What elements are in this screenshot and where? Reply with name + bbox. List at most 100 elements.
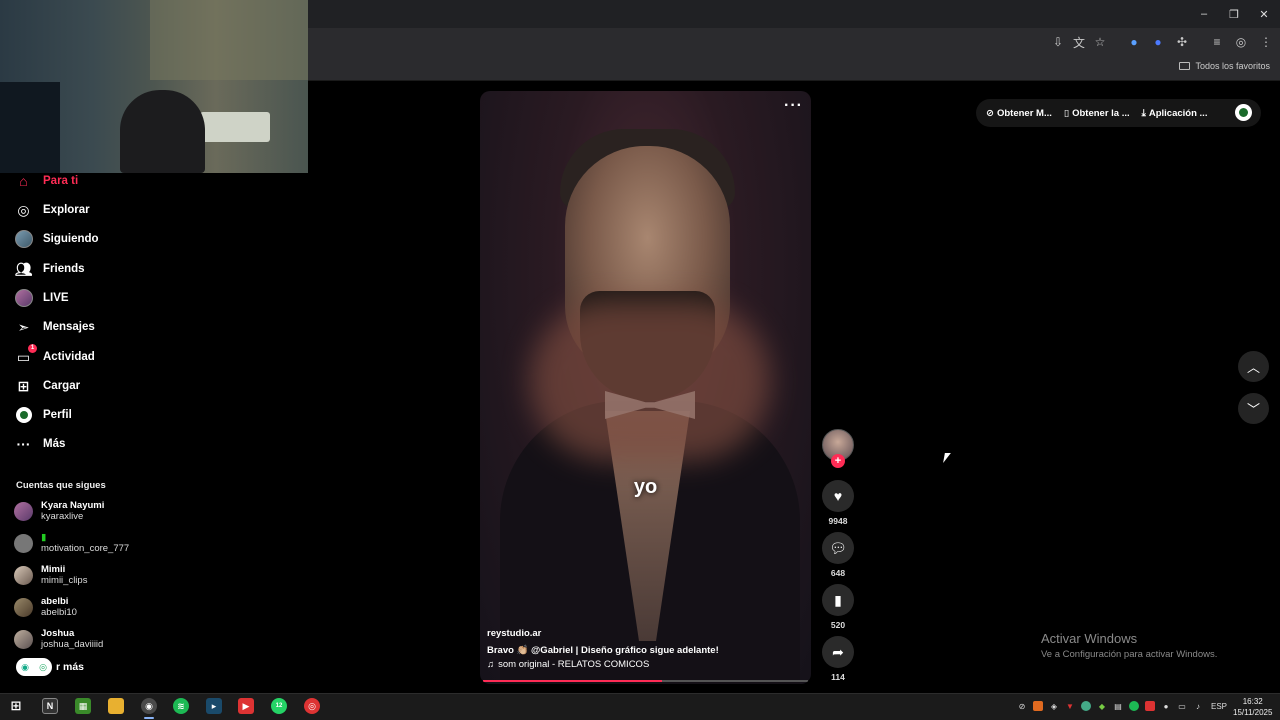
media-control-icon[interactable]: ≡ <box>1209 34 1225 50</box>
video-sound-label: som original - RELATOS COMICOS <box>498 659 650 670</box>
avatar <box>14 597 33 617</box>
get-coins-label: Obtener M... <box>996 107 1052 119</box>
video-caption-overlay: yo <box>633 476 658 498</box>
webcam-person <box>120 90 205 173</box>
nvidia-icon[interactable]: ◆ <box>1097 701 1107 711</box>
get-app-button[interactable]: ▯ Obtener la ... <box>1064 108 1130 119</box>
account-icon[interactable]: ◎ <box>1233 34 1249 50</box>
following-account[interactable]: abelbi abelbi10 <box>14 596 77 618</box>
windows-start-icon[interactable]: ⊞ <box>8 698 24 714</box>
account-username: motivation_core_777 <box>41 543 130 554</box>
account-username: kyaraxlive <box>41 511 84 522</box>
browser-menu-icon[interactable]: ⋮ <box>1258 34 1274 50</box>
video-sound[interactable]: ♫ som original - RELATOS COMICOS <box>487 659 649 670</box>
like-count: 9948 <box>828 516 848 526</box>
friends-icon: 👥︎ <box>14 260 33 277</box>
file-explorer-icon[interactable] <box>108 698 124 714</box>
tray-app-icon[interactable]: ▼ <box>1065 701 1075 711</box>
sidebar-item-label: Para ti <box>43 175 79 187</box>
minimize-button[interactable]: – <box>1188 0 1220 28</box>
spotify-tray-icon[interactable] <box>1129 701 1139 711</box>
all-bookmarks-button[interactable]: Todos los favoritos <box>1179 61 1270 71</box>
phone-icon: ▯ <box>1063 107 1070 119</box>
webcam-overlay <box>0 0 308 173</box>
sidebar-item-live[interactable]: LIVE <box>14 287 69 309</box>
microphone-icon[interactable]: ● <box>1161 701 1171 711</box>
extension-a-icon[interactable]: ● <box>1126 34 1142 50</box>
recorder-icon[interactable]: ▶ <box>238 698 254 714</box>
restore-button[interactable]: ❐ <box>1218 0 1250 28</box>
sidebar-item-mensajes[interactable]: ➣ Mensajes <box>14 316 95 338</box>
whatsapp-badge: 12 <box>275 703 283 709</box>
sidebar-item-label: LIVE <box>43 292 69 304</box>
video-author[interactable]: reystudio.ar <box>487 628 541 639</box>
sidebar-item-para-ti[interactable]: ⌂ Para ti <box>14 170 78 192</box>
minecraft-icon[interactable]: ▦ <box>75 698 91 714</box>
next-video-button[interactable]: ﹀ <box>1238 393 1269 424</box>
obs-icon[interactable]: ◎ <box>304 698 320 714</box>
install-app-icon[interactable]: ⇩ <box>1050 34 1066 50</box>
clock-time: 16:32 <box>1242 697 1263 706</box>
desktop-app-button[interactable]: ⤓ Aplicación ... <box>1142 108 1208 119</box>
app-icon[interactable]: ▸ <box>206 698 222 714</box>
profile-avatar[interactable] <box>1235 104 1252 121</box>
avatar <box>14 629 33 649</box>
save-button[interactable]: ▮ <box>822 584 854 616</box>
close-window-button[interactable]: ✕ <box>1248 0 1280 28</box>
video-player[interactable]: ··· yo reystudio.ar Bravo 👏🏼 @Gabriel | … <box>480 91 811 684</box>
webcam-background-dark <box>0 82 60 173</box>
chrome-tray-icon[interactable] <box>1081 701 1091 711</box>
avatar <box>14 565 33 585</box>
sidebar-item-actividad[interactable]: ▭ 1 Actividad <box>14 343 95 368</box>
sidebar-item-mas[interactable]: ··· Más <box>14 433 66 455</box>
watermark-title: Activar Windows <box>1041 631 1138 646</box>
following-account[interactable]: Joshua joshua_daviiiid <box>14 628 103 650</box>
volume-icon[interactable]: ♪ <box>1193 701 1203 711</box>
sidebar-item-perfil[interactable]: Perfil <box>14 404 72 426</box>
tray-app-icon[interactable]: ⊘ <box>1017 701 1027 711</box>
webcam-background-light <box>150 0 308 80</box>
tray-app-icon[interactable] <box>1145 701 1155 711</box>
active-app-indicator <box>144 717 154 719</box>
compass-icon: ◎ <box>17 201 30 218</box>
all-bookmarks-label: Todos los favoritos <box>1195 61 1270 71</box>
sidebar-item-label: Más <box>43 438 66 450</box>
sidebar-item-friends[interactable]: 👥︎ Friends <box>14 258 85 280</box>
like-button[interactable]: ♥ <box>822 480 854 512</box>
tray-app-icon[interactable]: ▤ <box>1113 701 1123 711</box>
tray-app-icon[interactable] <box>1033 701 1043 711</box>
address-bar[interactable] <box>308 30 1108 54</box>
translate-icon[interactable]: 文 <box>1071 34 1087 50</box>
see-more-button[interactable]: ◉ ◎ r más <box>16 658 84 676</box>
follow-plus-button[interactable]: + <box>831 454 845 468</box>
comment-button[interactable]: 💬︎ <box>822 532 854 564</box>
share-icon: ➦ <box>832 643 844 660</box>
whatsapp-icon[interactable]: 12 <box>271 698 287 714</box>
following-account[interactable]: Kyara Nayumi kyaraxlive <box>14 500 104 522</box>
sidebar-item-siguiendo[interactable]: Siguiendo <box>14 228 99 250</box>
bookmark-star-icon[interactable]: ☆ <box>1092 34 1108 50</box>
following-account[interactable]: ▮ motivation_core_777 <box>14 532 129 554</box>
share-button[interactable]: ➦ <box>822 636 854 668</box>
account-name: ▮ <box>41 532 47 543</box>
extension-b-icon[interactable]: ● <box>1150 34 1166 50</box>
sidebar-item-cargar[interactable]: ⊞ Cargar <box>14 375 80 397</box>
video-progress-bar[interactable] <box>483 680 808 682</box>
account-name: Mimii <box>41 564 66 575</box>
video-more-options-icon[interactable]: ··· <box>784 97 803 115</box>
notion-icon[interactable]: N <box>42 698 58 714</box>
previous-video-button[interactable]: ︿ <box>1238 351 1269 382</box>
system-clock[interactable]: 16:32 15/11/2025 <box>1233 696 1272 718</box>
language-indicator[interactable]: ESP <box>1211 702 1227 711</box>
top-actions-bar: ⊘ Obtener M... ▯ Obtener la ... ⤓ Aplicació… <box>976 99 1261 127</box>
following-account[interactable]: Mimii mimii_clips <box>14 564 87 586</box>
sidebar-item-explorar[interactable]: ◎ Explorar <box>14 199 89 221</box>
extensions-puzzle-icon[interactable]: ✣ <box>1174 34 1190 50</box>
discord-icon[interactable]: ◈ <box>1049 701 1059 711</box>
spotify-icon[interactable]: ≋ <box>173 698 189 714</box>
activity-icon: ▭ 1 <box>14 343 37 367</box>
get-coins-button[interactable]: ⊘ Obtener M... <box>986 108 1052 119</box>
chrome-icon[interactable]: ◉ <box>141 698 157 714</box>
network-icon[interactable]: ▭ <box>1177 701 1187 711</box>
account-username: abelbi10 <box>41 607 77 618</box>
